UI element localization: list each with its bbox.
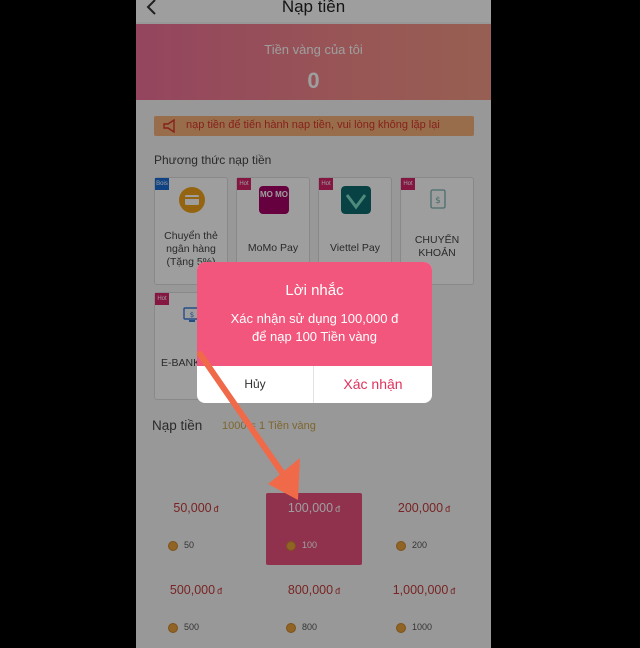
dialog-title: Lời nhắc <box>285 282 344 299</box>
dialog-message: Xác nhận sử dụng 100,000 đ để nạp 100 Ti… <box>207 310 422 346</box>
dialog-header: Lời nhắc Xác nhận sử dụng 100,000 đ để n… <box>197 262 432 366</box>
confirm-dialog: Lời nhắc Xác nhận sử dụng 100,000 đ để n… <box>197 262 432 403</box>
confirm-button[interactable]: Xác nhận <box>314 366 432 403</box>
dialog-message-line: để nạp 100 Tiền vàng <box>251 329 378 344</box>
dialog-message-line: Xác nhận sử dụng 100,000 đ <box>230 311 399 326</box>
cancel-button[interactable]: Hủy <box>197 366 314 403</box>
